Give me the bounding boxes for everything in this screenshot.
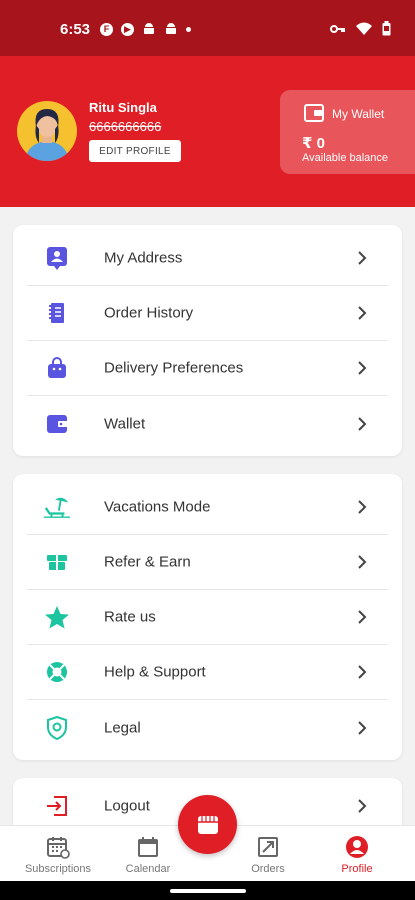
menu-item-label: Vacations Mode bbox=[104, 498, 211, 516]
profile-icon bbox=[346, 836, 368, 858]
store-icon bbox=[197, 815, 218, 834]
bag-icon bbox=[44, 355, 70, 381]
menu-item-label: Rate us bbox=[104, 608, 156, 626]
menu-item-my-address[interactable]: My Address bbox=[27, 231, 388, 286]
nav-label: Calendar bbox=[125, 863, 171, 875]
f-icon: F bbox=[100, 22, 113, 36]
vpn-key-icon bbox=[330, 24, 345, 33]
chevron-right-icon bbox=[358, 361, 367, 375]
logout-icon bbox=[44, 793, 70, 819]
nav-profile[interactable]: Profile bbox=[312, 826, 402, 882]
menu-item-label: Help & Support bbox=[104, 663, 206, 681]
wallet-icon bbox=[304, 104, 324, 122]
wallet-card[interactable]: My Wallet ₹ 0 Available balance bbox=[280, 90, 415, 174]
menu-item-label: My Address bbox=[104, 249, 183, 267]
address-icon bbox=[44, 245, 70, 271]
home-indicator[interactable] bbox=[170, 889, 246, 893]
status-notification-icons: F ▶ bbox=[100, 22, 191, 36]
menu-item-help-support[interactable]: Help & Support bbox=[27, 645, 388, 700]
menu-item-label: Logout bbox=[104, 797, 150, 814]
chevron-right-icon bbox=[358, 610, 367, 624]
nav-subscriptions[interactable]: Subscriptions bbox=[13, 826, 103, 882]
chevron-right-icon bbox=[358, 416, 367, 431]
receipt-icon bbox=[44, 300, 70, 326]
menu-item-label: Wallet bbox=[104, 415, 146, 432]
profile-header: Ritu Singla 6666666666 EDIT PROFILE My W… bbox=[0, 56, 415, 207]
star-icon bbox=[44, 604, 70, 630]
beach-icon bbox=[44, 494, 70, 520]
avatar[interactable] bbox=[17, 101, 77, 161]
battery-icon bbox=[382, 21, 391, 36]
nav-label: Subscriptions bbox=[24, 863, 92, 875]
status-bar: 6:53 F ▶ bbox=[0, 0, 415, 56]
chevron-right-icon bbox=[358, 665, 367, 679]
gesture-bar bbox=[0, 881, 415, 900]
chevron-right-icon bbox=[358, 251, 367, 265]
play-icon: ▶ bbox=[121, 22, 134, 36]
android-icon bbox=[144, 23, 154, 34]
wifi-icon bbox=[356, 22, 372, 35]
dot-icon bbox=[186, 26, 191, 32]
lifebuoy-icon bbox=[44, 659, 70, 685]
status-time: 6:53 bbox=[60, 21, 91, 38]
nav-label: Profile bbox=[341, 863, 373, 875]
menu-item-label: Delivery Preferences bbox=[104, 359, 244, 377]
android-icon bbox=[166, 23, 176, 34]
shield-icon bbox=[44, 715, 70, 741]
menu-item-rate-us[interactable]: Rate us bbox=[27, 590, 388, 645]
status-system-icons bbox=[330, 21, 391, 36]
chevron-right-icon bbox=[358, 306, 367, 320]
edit-profile-button[interactable]: EDIT PROFILE bbox=[89, 140, 181, 162]
subscriptions-icon bbox=[47, 837, 70, 859]
menu-item-refer-earn[interactable]: Refer & Earn bbox=[27, 535, 388, 590]
nav-label: Orders bbox=[251, 863, 285, 875]
calendar-icon bbox=[138, 837, 158, 857]
wallet-balance-label: Available balance bbox=[302, 152, 389, 164]
menu-item-delivery-preferences[interactable]: Delivery Preferences bbox=[27, 341, 388, 396]
fab-shop-button[interactable] bbox=[178, 795, 237, 854]
menu-item-wallet[interactable]: Wallet bbox=[27, 396, 388, 451]
chevron-right-icon bbox=[358, 500, 367, 514]
wallet-balance: ₹ 0 bbox=[302, 135, 325, 152]
user-name: Ritu Singla bbox=[89, 100, 157, 115]
nav-orders[interactable]: Orders bbox=[223, 826, 313, 882]
account-menu-card: My Address Order History Delivery Prefer… bbox=[13, 225, 402, 456]
chevron-right-icon bbox=[358, 798, 367, 813]
menu-item-label: Order History bbox=[104, 304, 194, 322]
gift-icon bbox=[44, 549, 70, 575]
menu-item-label: Refer & Earn bbox=[104, 553, 191, 571]
menu-item-vacations-mode[interactable]: Vacations Mode bbox=[27, 480, 388, 535]
orders-icon bbox=[258, 837, 278, 857]
menu-item-label: Legal bbox=[104, 719, 141, 736]
menu-item-legal[interactable]: Legal bbox=[27, 700, 388, 755]
menu-item-order-history[interactable]: Order History bbox=[27, 286, 388, 341]
wallet-icon bbox=[44, 411, 70, 437]
chevron-right-icon bbox=[358, 555, 367, 569]
wallet-card-title: My Wallet bbox=[332, 107, 385, 121]
chevron-right-icon bbox=[358, 720, 367, 735]
user-phone: 6666666666 bbox=[89, 119, 162, 134]
support-menu-card: Vacations Mode Refer & Earn Rate us Help… bbox=[13, 474, 402, 760]
